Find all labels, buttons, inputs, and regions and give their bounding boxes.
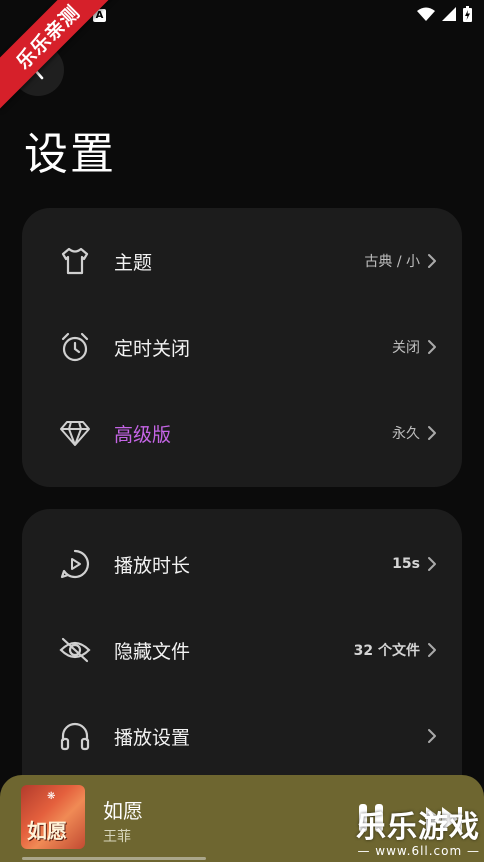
premium-label: 高级版 (114, 423, 172, 446)
chevron-right-icon (428, 254, 436, 268)
headphones-icon (58, 719, 92, 753)
chevron-right-icon (428, 557, 436, 571)
album-art[interactable]: ❋ 如愿 (21, 785, 85, 849)
song-title: 如愿 (103, 799, 143, 823)
playback-progress[interactable] (22, 857, 206, 860)
settings-row-hidden-files[interactable]: 隐藏文件 32 个文件 (22, 607, 462, 693)
signal-icon (442, 7, 456, 21)
diamond-icon (58, 416, 92, 450)
eye-off-icon (58, 633, 92, 667)
chevron-right-icon (428, 729, 436, 743)
settings-row-premium[interactable]: 高级版 永久 (22, 390, 462, 476)
album-art-mark: ❋ (47, 791, 56, 802)
chevron-right-icon (428, 643, 436, 657)
play-duration-value: 15s (392, 556, 420, 572)
watermark-logo: 乐乐游戏 — www.6ll.com — (356, 802, 480, 858)
battery-charging-icon (463, 6, 472, 22)
watermark-url: — www.6ll.com — (357, 844, 480, 858)
settings-row-play-duration[interactable]: 播放时长 15s (22, 521, 462, 607)
theme-value: 古典 / 小 (364, 254, 420, 270)
settings-card-playback: 播放时长 15s 隐藏文件 32 个文件 播放设置 (22, 509, 462, 809)
settings-row-theme[interactable]: 主题 古典 / 小 (22, 218, 462, 304)
hidden-files-value: 32 个文件 (353, 643, 420, 659)
theme-label: 主题 (114, 251, 153, 274)
play-duration-label: 播放时长 (114, 554, 191, 577)
play-duration-icon (58, 547, 92, 581)
chevron-right-icon (428, 340, 436, 354)
wifi-icon (417, 7, 435, 21)
playback-settings-label: 播放设置 (114, 726, 191, 749)
status-icons (417, 6, 472, 22)
album-art-text: 如愿 (27, 819, 67, 843)
premium-value: 永久 (392, 426, 420, 442)
sleep-timer-label: 定时关闭 (114, 337, 191, 360)
settings-row-playback-settings[interactable]: 播放设置 (22, 693, 462, 779)
settings-row-sleep-timer[interactable]: 定时关闭 关闭 (22, 304, 462, 390)
settings-card-general: 主题 古典 / 小 定时关闭 关闭 高级版 永久 (22, 208, 462, 487)
hidden-files-label: 隐藏文件 (114, 640, 191, 663)
chevron-right-icon (428, 426, 436, 440)
shirt-icon (58, 244, 92, 278)
watermark-title: 乐乐游戏 (356, 810, 480, 845)
alarm-clock-icon (58, 330, 92, 364)
song-artist: 王菲 (103, 829, 131, 845)
sleep-timer-value: 关闭 (392, 340, 420, 356)
page-title: 设置 (24, 129, 116, 180)
